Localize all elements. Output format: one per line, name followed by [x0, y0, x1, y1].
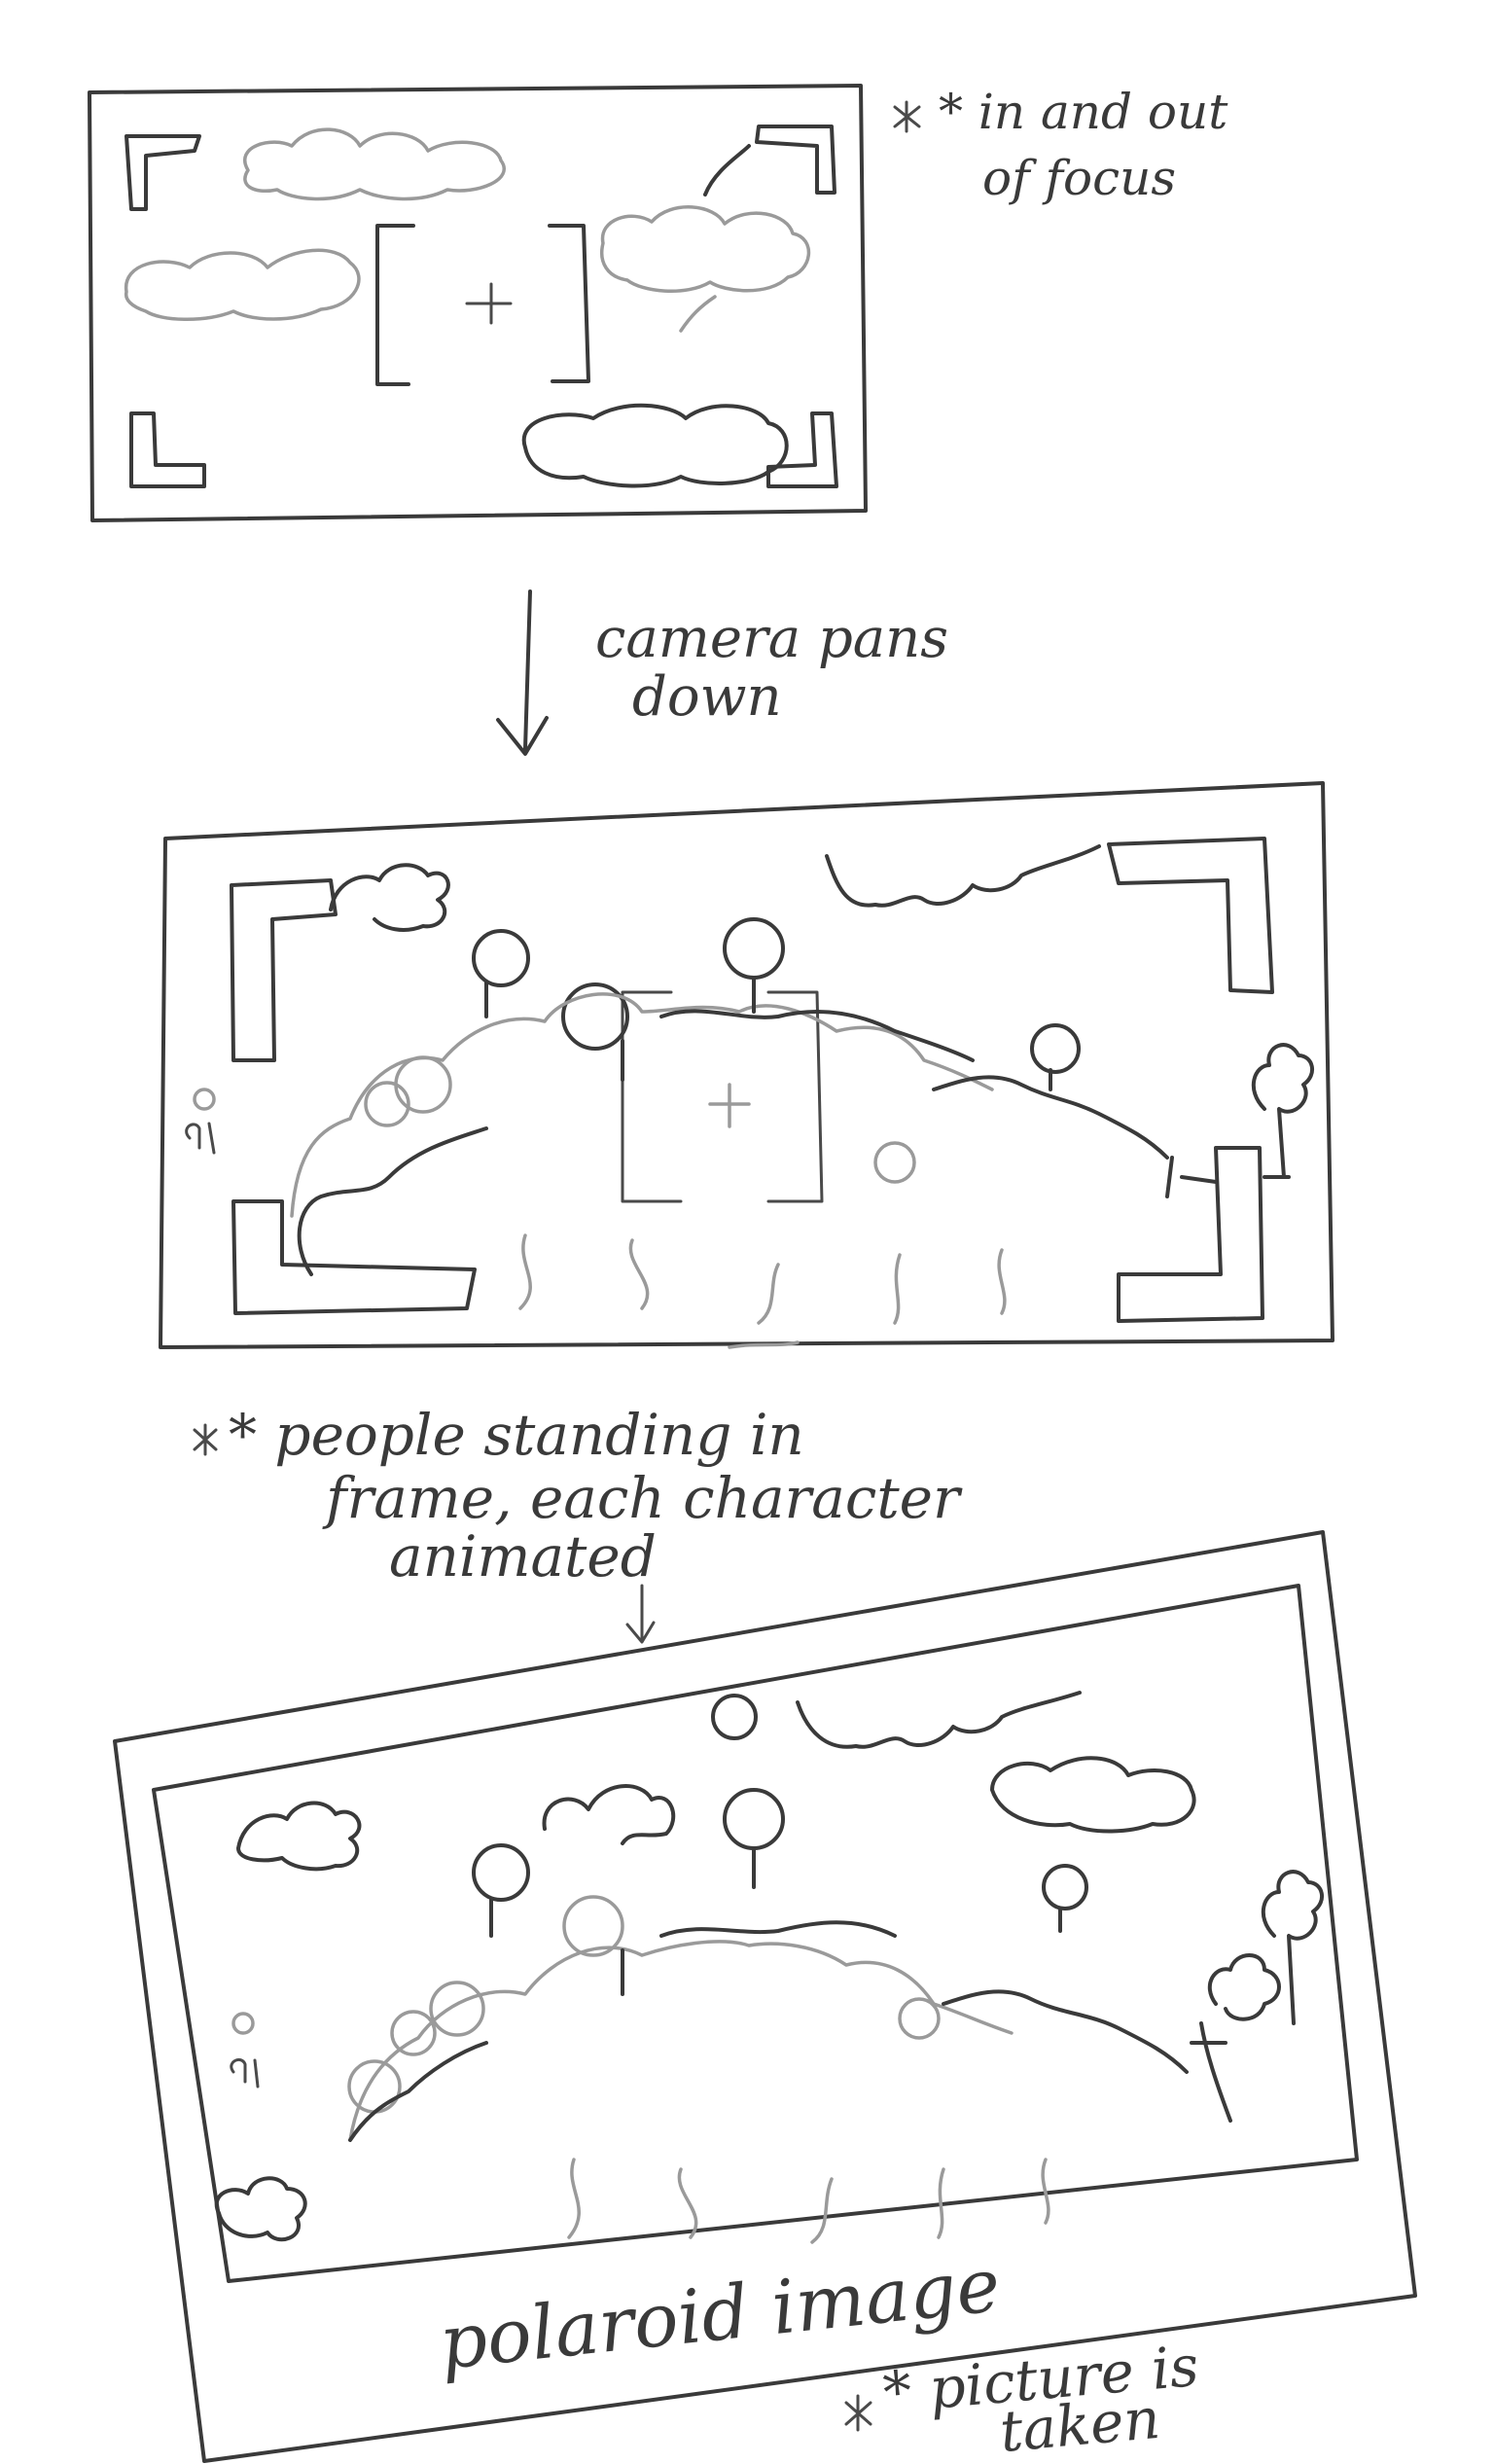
- people-note-line-2: frame, each character: [322, 1465, 963, 1531]
- person-head: [1030, 1023, 1081, 1074]
- person-head: [472, 929, 530, 987]
- down-arrow: [625, 1584, 656, 1644]
- cloud: [124, 248, 361, 321]
- cloud: [542, 1784, 676, 1845]
- viewfinder-corner-top-right: [1107, 837, 1274, 994]
- asterisk-mark: [844, 2394, 872, 2432]
- focus-note-line-1: * in and out: [939, 84, 1228, 140]
- person-neck: [489, 1846, 1062, 1996]
- person-head: [1042, 1864, 1088, 1910]
- asterisk-mark: [893, 100, 921, 133]
- person-head: [394, 1055, 452, 1114]
- small-figure: [230, 2058, 260, 2089]
- person-head: [723, 1788, 785, 1850]
- small-figure: [1190, 2021, 1232, 2123]
- person-head: [711, 1694, 758, 1740]
- person-head: [429, 1981, 485, 2037]
- tree-icon: [1207, 1953, 1281, 2021]
- cloud: [679, 295, 717, 333]
- frame-2-people: [159, 781, 1334, 1349]
- tree-icon: [214, 2176, 307, 2242]
- people-note-line-3: animated: [389, 1523, 657, 1589]
- down-arrow: [496, 589, 549, 756]
- small-figure: [185, 1122, 216, 1155]
- viewfinder-corner-bottom-right: [766, 411, 838, 488]
- pan-note-line-2: down: [632, 665, 782, 729]
- person-head: [873, 1141, 916, 1184]
- viewfinder-corner-bottom-left: [231, 1199, 477, 1315]
- crowd-silhouette: [1165, 1156, 1218, 1198]
- viewfinder-corner-top-left: [230, 878, 338, 1062]
- crowd-silhouette: [297, 1126, 488, 1276]
- people-note-line-1: * people standing in: [229, 1402, 804, 1468]
- cloud: [990, 1756, 1196, 1834]
- picture-note: * picture is taken: [844, 2333, 1201, 2464]
- cloud: [243, 127, 506, 201]
- person-head: [723, 917, 785, 980]
- focus-note: * in and out of focus: [893, 84, 1228, 206]
- focus-note-line-2: of focus: [982, 150, 1176, 206]
- cloud: [825, 844, 1101, 908]
- pan-arrow: [496, 589, 549, 756]
- cloud: [703, 144, 751, 196]
- person-head: [231, 2012, 255, 2035]
- storyboard-sketch: * in and out of focus camera pans down *…: [88, 84, 1417, 2464]
- frame-2-border: [159, 781, 1334, 1349]
- focus-box: [621, 990, 824, 1203]
- person-head: [472, 1843, 530, 1902]
- people-note: * people standing in frame, each charact…: [193, 1402, 963, 1644]
- viewfinder-corner-top-right: [755, 125, 836, 195]
- focus-crosshair: [708, 1083, 751, 1128]
- viewfinder-corner-bottom-left: [129, 411, 206, 488]
- person-head: [193, 1088, 216, 1111]
- crowd-silhouette: [659, 1920, 897, 1938]
- pan-note: camera pans down: [595, 607, 948, 729]
- asterisk-mark: [193, 1423, 218, 1456]
- cloud: [521, 403, 789, 488]
- picture-note-line-2: taken: [997, 2385, 1162, 2464]
- frame-1-sky: [88, 84, 868, 522]
- crowd-silhouette: [942, 1989, 1189, 2074]
- person-head: [347, 2059, 402, 2114]
- cloud: [329, 863, 450, 932]
- viewfinder-corner-bottom-right: [1117, 1146, 1264, 1323]
- viewfinder-corner-top-left: [124, 134, 201, 211]
- cloud: [796, 1691, 1082, 1749]
- cloud: [600, 205, 810, 293]
- crowd-silhouette: [348, 1940, 1014, 2142]
- cloud: [236, 1801, 362, 1872]
- person-legs: [518, 1233, 1007, 1325]
- tree-icon: [1251, 1043, 1314, 1179]
- pan-note-line-1: camera pans: [595, 607, 948, 670]
- person-head: [390, 2010, 437, 2056]
- focus-crosshair: [465, 282, 513, 325]
- crowd-silhouette: [348, 2041, 488, 2142]
